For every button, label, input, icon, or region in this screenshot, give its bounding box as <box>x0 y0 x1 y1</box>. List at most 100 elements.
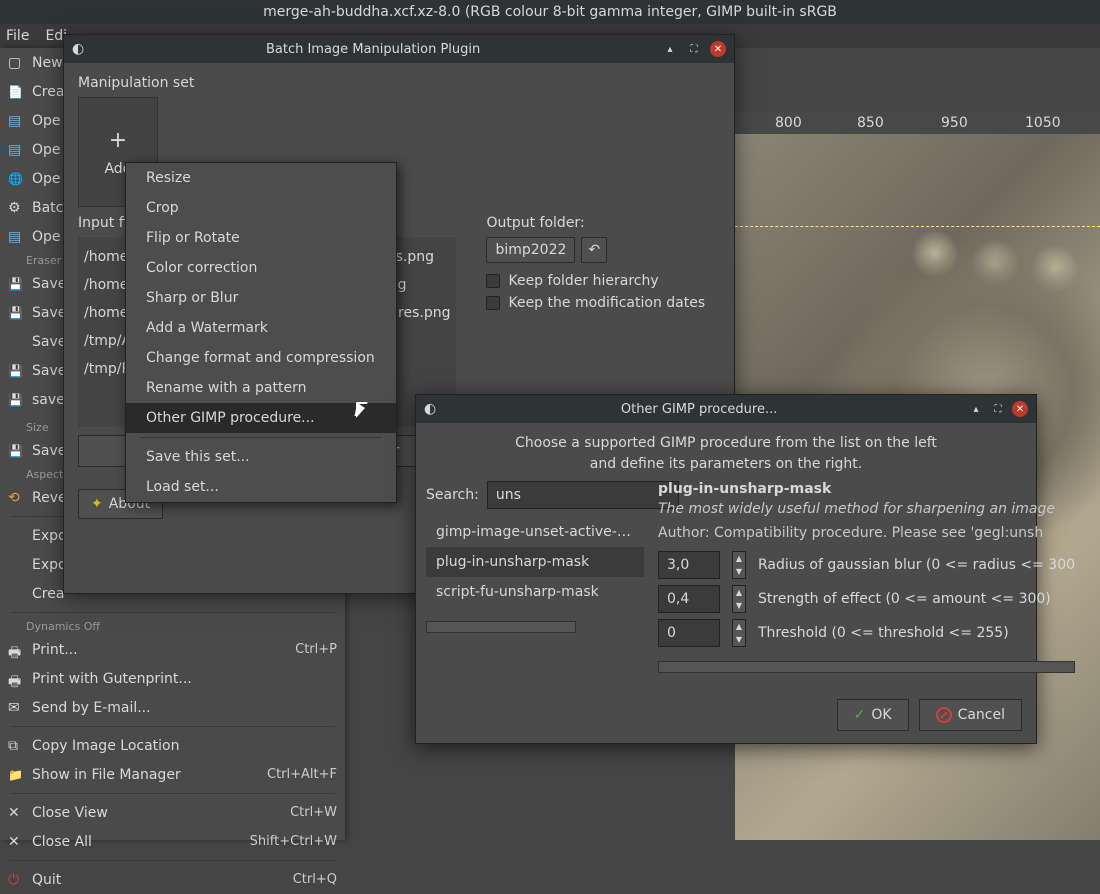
plus-icon: + <box>109 128 127 153</box>
output-folder-label: Output folder: <box>486 215 720 231</box>
addmenu-item[interactable]: Save this set... <box>126 442 396 472</box>
procedure-list[interactable]: gimp-image-unset-active-channplug-in-uns… <box>426 517 644 607</box>
procedure-list-item[interactable]: script-fu-unsharp-mask <box>426 577 644 607</box>
gimp-icon: ◐ <box>72 41 84 57</box>
ic-page-icon <box>8 84 24 100</box>
save-icon <box>8 443 24 459</box>
spin-arrows[interactable]: ▲▼ <box>732 551 746 579</box>
filemenu-close-view[interactable]: Close ViewCtrl+W <box>0 798 345 827</box>
mouse-cursor <box>356 402 370 420</box>
menu-separator <box>140 437 382 438</box>
filemenu-close-all[interactable]: Close AllShift+Ctrl+W <box>0 827 345 856</box>
filemenu-copy-location[interactable]: Copy Image Location <box>0 731 345 760</box>
check-icon: ✓ <box>854 707 866 723</box>
save-icon <box>8 363 24 379</box>
close-icon <box>8 805 24 821</box>
procedure-intro: Choose a supported GIMP procedure from t… <box>416 423 1036 481</box>
param-row: 0 ▲▼ Threshold (0 <= threshold <= 255) <box>658 619 1075 647</box>
procedure-titlebar[interactable]: ◐ Other GIMP procedure... ▴ ⛶ ✕ <box>416 395 1036 423</box>
checkbox-icon <box>486 274 500 288</box>
param-row: 0,4 ▲▼ Strength of effect (0 <= amount <… <box>658 585 1075 613</box>
print-icon <box>8 642 24 658</box>
filemenu-print[interactable]: Print...Ctrl+P <box>0 635 345 664</box>
param-row: 3,0 ▲▼ Radius of gaussian blur (0 <= rad… <box>658 551 1075 579</box>
separator <box>10 793 335 794</box>
param-spin-input[interactable]: 0,4 <box>658 585 720 613</box>
bimp-titlebar[interactable]: ◐ Batch Image Manipulation Plugin ▴ ⛶ ✕ <box>64 35 734 63</box>
shade-button[interactable]: ▴ <box>968 401 984 417</box>
ruler: 800 850 950 1050 <box>735 112 1100 134</box>
main-titlebar: merge-ah-buddha.xcf.xz-8.0 (RGB colour 8… <box>0 0 1100 24</box>
param-label: Strength of effect (0 <= amount <= 300) <box>758 591 1051 607</box>
addmenu-item[interactable]: Change format and compression <box>126 343 396 373</box>
save-icon <box>8 305 24 321</box>
save-icon <box>8 392 24 408</box>
addmenu-item[interactable]: Flip or Rotate <box>126 223 396 253</box>
revert-icon <box>8 490 24 506</box>
maximize-button[interactable]: ⛶ <box>990 401 1006 417</box>
manipulation-set-label: Manipulation set <box>78 75 720 91</box>
shade-button[interactable]: ▴ <box>662 41 678 57</box>
filemenu-show-fm[interactable]: Show in File ManagerCtrl+Alt+F <box>0 760 345 789</box>
param-spin-input[interactable]: 3,0 <box>658 551 720 579</box>
quit-icon <box>8 872 24 888</box>
procedure-author: Author: Compatibility procedure. Please … <box>658 525 1075 541</box>
separator <box>10 726 335 727</box>
folder-icon <box>8 767 24 783</box>
star-icon: ✦ <box>91 496 103 512</box>
search-label: Search: <box>426 487 479 503</box>
main-title: merge-ah-buddha.xcf.xz-8.0 (RGB colour 8… <box>263 4 837 20</box>
procedure-name: plug-in-unsharp-mask <box>658 481 1075 497</box>
scrollbar[interactable] <box>426 621 576 633</box>
addmenu-item[interactable]: Load set... <box>126 472 396 502</box>
filemenu-gutenprint[interactable]: Print with Gutenprint... <box>0 664 345 693</box>
separator <box>10 612 335 613</box>
search-input[interactable] <box>487 481 679 509</box>
filemenu-quit[interactable]: QuitCtrl+Q <box>0 865 345 894</box>
addmenu-item[interactable]: Resize <box>126 163 396 193</box>
output-folder-button[interactable]: bimp2022 <box>486 237 575 263</box>
procedure-list-item[interactable]: gimp-image-unset-active-chann <box>426 517 644 547</box>
ic-open-icon <box>8 229 24 245</box>
maximize-button[interactable]: ⛶ <box>686 41 702 57</box>
cancel-button[interactable]: Cancel <box>919 699 1022 731</box>
ic-loc-icon <box>8 171 24 187</box>
checkbox-icon <box>486 296 500 310</box>
ic-open-icon <box>8 113 24 129</box>
procedure-description: The most widely useful method for sharpe… <box>658 501 1075 517</box>
addmenu-item[interactable]: Sharp or Blur <box>126 283 396 313</box>
save-icon <box>8 334 24 350</box>
procedure-title: Other GIMP procedure... <box>436 402 962 417</box>
menu-file[interactable]: File <box>6 28 29 44</box>
ic-new-icon <box>8 55 24 71</box>
param-label: Threshold (0 <= threshold <= 255) <box>758 625 1009 641</box>
spin-arrows[interactable]: ▲▼ <box>732 619 746 647</box>
add-manipulation-menu: ResizeCropFlip or RotateColor correction… <box>125 162 397 503</box>
keep-mod-dates-checkbox[interactable]: Keep the modification dates <box>486 295 720 311</box>
save-icon <box>8 276 24 292</box>
close-button[interactable]: ✕ <box>710 41 726 57</box>
close-button[interactable]: ✕ <box>1012 401 1028 417</box>
filemenu-send-email[interactable]: Send by E-mail... <box>0 693 345 722</box>
param-spin-input[interactable]: 0 <box>658 619 720 647</box>
cancel-icon <box>936 707 952 723</box>
keep-hierarchy-checkbox[interactable]: Keep folder hierarchy <box>486 273 720 289</box>
selection-marquee <box>735 226 1100 227</box>
addmenu-item[interactable]: Crop <box>126 193 396 223</box>
procedure-list-item[interactable]: plug-in-unsharp-mask <box>426 547 644 577</box>
ok-button[interactable]: ✓OK <box>837 699 909 731</box>
ic-open-icon <box>8 142 24 158</box>
bimp-title: Batch Image Manipulation Plugin <box>92 42 654 57</box>
gimp-icon: ◐ <box>424 401 436 417</box>
close-icon <box>8 834 24 850</box>
separator <box>10 860 335 861</box>
param-label: Radius of gaussian blur (0 <= radius <= … <box>758 557 1075 573</box>
scrollbar[interactable] <box>658 661 1075 673</box>
spin-arrows[interactable]: ▲▼ <box>732 585 746 613</box>
addmenu-item[interactable]: Rename with a pattern <box>126 373 396 403</box>
addmenu-item[interactable]: Color correction <box>126 253 396 283</box>
output-folder-up-button[interactable]: ↶ <box>581 237 607 263</box>
addmenu-item[interactable]: Add a Watermark <box>126 313 396 343</box>
print-icon <box>8 671 24 687</box>
copy-icon <box>8 738 24 754</box>
